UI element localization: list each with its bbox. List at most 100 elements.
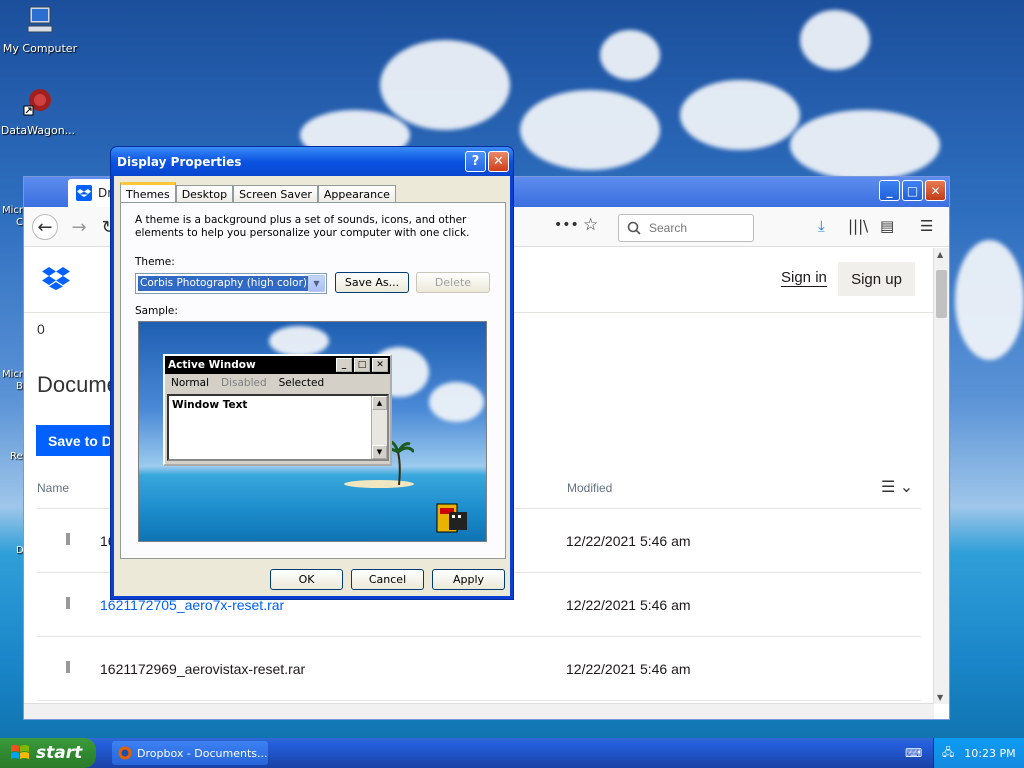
tab-themes[interactable]: Themes — [120, 182, 176, 203]
start-button[interactable]: start — [0, 738, 96, 768]
close-button[interactable]: ✕ — [488, 151, 509, 172]
apply-button[interactable]: Apply — [432, 569, 505, 590]
theme-selected-value: Corbis Photography (high color) — [138, 276, 308, 291]
divider — [37, 636, 921, 637]
save-as-button[interactable]: Save As... — [335, 272, 409, 293]
bookmark-star-icon[interactable]: ☆ — [583, 215, 598, 235]
file-icon — [66, 533, 70, 545]
divider — [37, 700, 921, 701]
taskbar: start Dropbox - Documents... ⌨ 🖧 10:23 P… — [0, 738, 1024, 768]
film-camera-icon — [436, 503, 467, 533]
desktop-icon-label[interactable]: Micr — [2, 369, 23, 380]
system-tray: 🖧 10:23 PM — [933, 738, 1024, 768]
menu-icon[interactable]: ☰ — [920, 217, 933, 235]
cloud — [269, 326, 329, 356]
library-icon[interactable]: |||\ — [848, 217, 868, 235]
sample-window-titlebar: Active Window _ □ ✕ — [165, 356, 390, 374]
network-icon[interactable]: 🖧 — [942, 744, 954, 763]
theme-label: Theme: — [135, 256, 175, 268]
sign-up-button[interactable]: Sign up — [838, 262, 915, 296]
ok-button[interactable]: OK — [270, 569, 343, 590]
dropbox-logo-icon[interactable] — [42, 266, 70, 290]
search-placeholder: Search — [649, 221, 688, 235]
file-modified: 12/22/2021 5:46 am — [566, 533, 691, 549]
sign-in-link[interactable]: Sign in — [781, 269, 827, 287]
page-actions-icon[interactable]: ••• — [554, 217, 579, 233]
desktop-icon-label[interactable]: C — [16, 217, 23, 228]
tab-desktop[interactable]: Desktop — [175, 185, 234, 203]
help-button[interactable]: ? — [465, 151, 486, 172]
desktop-icon-label: My Computer — [2, 42, 78, 55]
tab-screen-saver[interactable]: Screen Saver — [233, 185, 318, 203]
file-icon — [66, 661, 70, 673]
menu-disabled: Disabled — [221, 376, 267, 389]
file-modified: 12/22/2021 5:46 am — [566, 661, 691, 677]
desktop-icon-label[interactable]: Re — [10, 451, 23, 462]
desktop-icon-label[interactable]: Micr — [2, 205, 23, 216]
chevron-down-icon[interactable]: ▼ — [308, 275, 325, 292]
dialog-body: Themes Desktop Screen Saver Appearance A… — [114, 176, 510, 596]
cloud — [955, 240, 1024, 360]
forward-button[interactable]: → — [66, 214, 92, 240]
delete-button[interactable]: Delete — [416, 272, 490, 293]
menu-selected: Selected — [278, 376, 325, 389]
dialog-titlebar: Display Properties ? ✕ — [111, 147, 513, 176]
theme-preview: Active Window _ □ ✕ Normal Disabled Sele… — [138, 321, 487, 542]
cloud — [680, 80, 800, 150]
themes-panel: A theme is a background plus a set of so… — [120, 202, 506, 559]
sidebar-icon[interactable]: ▤ — [880, 217, 894, 235]
minimize-button[interactable]: _ — [879, 180, 900, 201]
list-view-toggle-icon[interactable]: ☰ ⌄ — [881, 477, 913, 497]
keyboard-icon[interactable]: ⌨ — [905, 746, 922, 760]
vertical-scrollbar[interactable]: ▲ ▼ — [933, 248, 949, 704]
taskbar-item-label: Dropbox - Documents... — [137, 746, 268, 760]
downloads-icon[interactable]: ⤓ — [818, 217, 825, 235]
desktop-icon-label[interactable]: B — [16, 381, 23, 392]
close-icon: ✕ — [372, 358, 388, 372]
scrollbar-thumb[interactable] — [936, 270, 947, 318]
close-button[interactable]: ✕ — [925, 180, 946, 201]
clock[interactable]: 10:23 PM — [964, 747, 1015, 760]
sample-active-window: Active Window _ □ ✕ Normal Disabled Sele… — [163, 354, 392, 466]
display-properties-dialog: Display Properties ? ✕ Themes Desktop Sc… — [110, 146, 514, 600]
cloud — [800, 10, 870, 70]
minimize-icon: _ — [336, 358, 352, 372]
page-title: Docume — [37, 372, 119, 397]
column-header-modified[interactable]: Modified — [567, 481, 612, 495]
datawagon-icon — [23, 89, 51, 116]
cloud — [520, 90, 660, 170]
sample-window-title: Active Window — [168, 359, 256, 371]
file-icon — [66, 597, 70, 609]
windows-logo-icon — [11, 745, 29, 759]
tab-appearance[interactable]: Appearance — [317, 185, 396, 203]
window-text-label: Window Text — [172, 399, 248, 411]
search-box[interactable]: Search — [618, 214, 754, 242]
cloud — [600, 30, 660, 80]
cancel-button[interactable]: Cancel — [351, 569, 424, 590]
maximize-button[interactable]: □ — [902, 180, 923, 201]
desktop-icon-my-computer[interactable]: My Computer — [0, 4, 80, 55]
sample-scrollbar: ▲ ▼ — [371, 396, 387, 459]
menu-normal: Normal — [171, 376, 209, 389]
desktop-icon-datawagon[interactable]: DataWagon... — [0, 86, 78, 137]
column-header-name[interactable]: Name — [37, 481, 69, 495]
computer-icon — [27, 6, 53, 33]
firefox-icon — [118, 746, 132, 760]
desktop-icon-label: DataWagon... — [0, 124, 76, 137]
cloud — [790, 110, 940, 180]
theme-select[interactable]: Corbis Photography (high color) ▼ — [135, 273, 327, 294]
taskbar-item-dropbox[interactable]: Dropbox - Documents... — [112, 741, 268, 765]
scroll-up-icon[interactable]: ▲ — [937, 250, 943, 259]
item-count: 0 — [37, 321, 45, 337]
sample-label: Sample: — [135, 305, 178, 317]
scroll-down-icon[interactable]: ▼ — [937, 693, 943, 702]
file-name[interactable]: 1621172969_aerovistax-reset.rar — [100, 661, 305, 677]
tab-strip: Themes Desktop Screen Saver Appearance — [120, 182, 396, 203]
scroll-up-icon: ▲ — [372, 396, 387, 410]
scroll-down-icon: ▼ — [372, 445, 387, 459]
back-button[interactable]: ← — [32, 214, 58, 240]
start-label: start — [36, 743, 83, 763]
cloud — [380, 40, 510, 130]
horizontal-scrollbar[interactable] — [24, 703, 934, 719]
sample-menu: Normal Disabled Selected — [165, 374, 390, 391]
